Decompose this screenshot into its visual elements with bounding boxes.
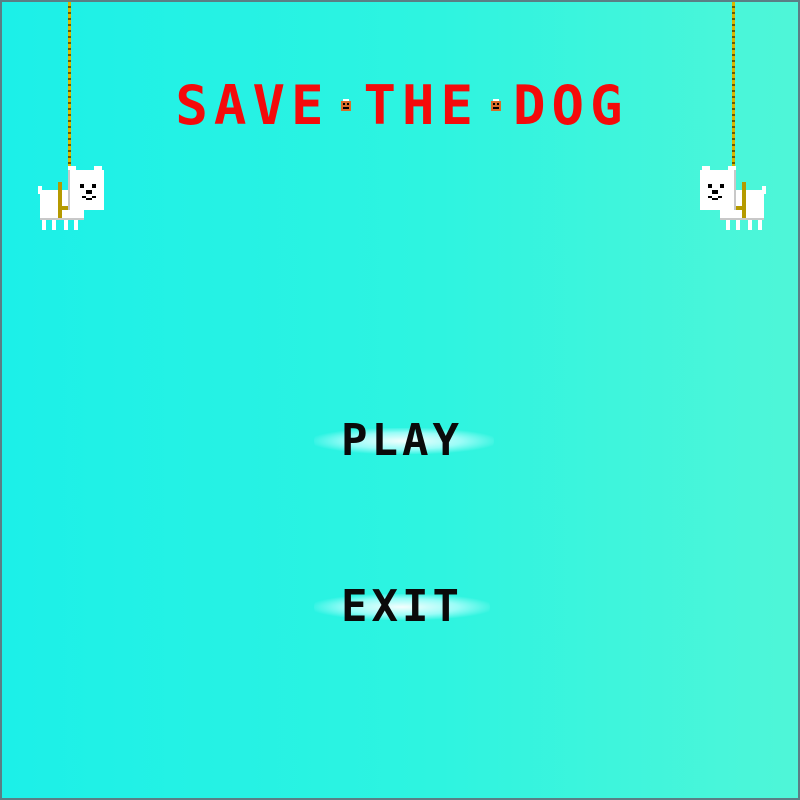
- hanging-dog-icon: [700, 166, 766, 230]
- hanging-dog-icon: [38, 166, 104, 230]
- exit-button-label: EXIT: [341, 581, 463, 632]
- game-screen: SAVE THE DOG PLAY EXIT: [0, 0, 800, 800]
- title-word-the: THE: [363, 74, 480, 137]
- bee-icon: [491, 99, 502, 111]
- exit-button[interactable]: EXIT: [2, 581, 798, 632]
- play-button[interactable]: PLAY: [2, 415, 798, 466]
- play-button-label: PLAY: [341, 415, 463, 466]
- title-word-save: SAVE: [175, 74, 330, 137]
- title-word-dog: DOG: [513, 74, 629, 137]
- game-title: SAVE THE DOG: [2, 74, 798, 137]
- bee-icon: [341, 99, 352, 111]
